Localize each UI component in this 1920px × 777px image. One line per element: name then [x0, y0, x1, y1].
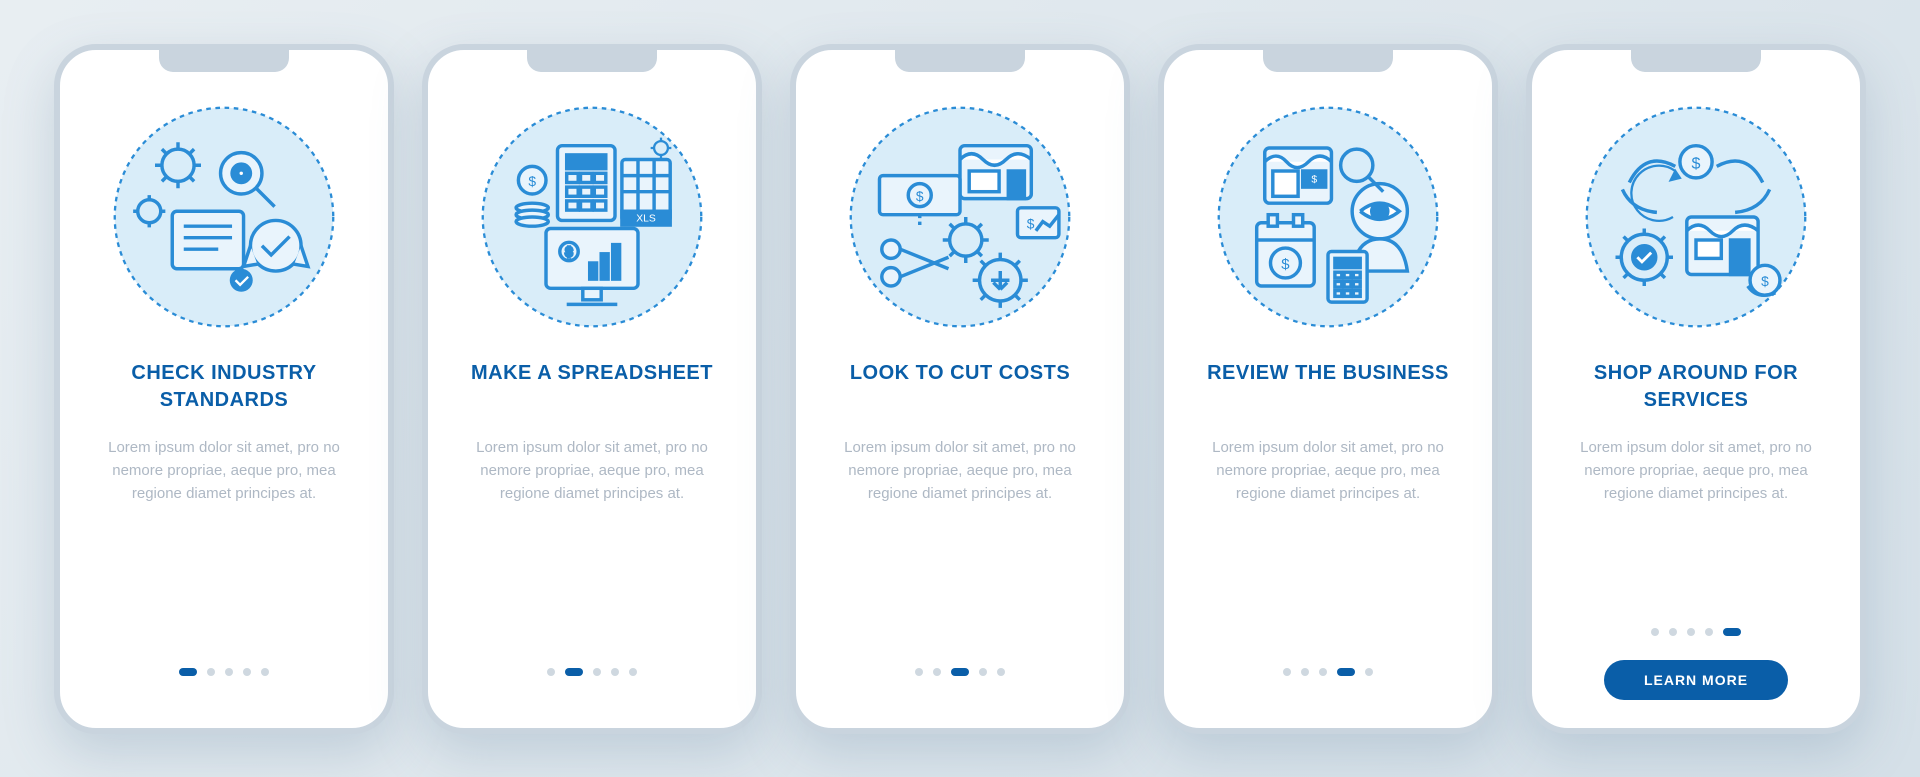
- dot-2[interactable]: [1301, 668, 1309, 676]
- phone-notch: [1631, 50, 1761, 72]
- svg-text:$: $: [1692, 154, 1701, 172]
- dot-5[interactable]: [1365, 668, 1373, 676]
- svg-text:$: $: [1311, 174, 1317, 185]
- dot-2[interactable]: [207, 668, 215, 676]
- slide-body: Lorem ipsum dolor sit amet, pro no nemor…: [1188, 436, 1468, 668]
- pagination-dots: [547, 668, 637, 676]
- dot-1[interactable]: [915, 668, 923, 676]
- slide-body: Lorem ipsum dolor sit amet, pro no nemor…: [452, 436, 732, 668]
- dot-4[interactable]: [1705, 628, 1713, 636]
- svg-text:$: $: [1027, 216, 1035, 231]
- cut-costs-icon: $ $: [845, 102, 1075, 332]
- dot-4[interactable]: [611, 668, 619, 676]
- onboarding-slide-2: $ XLS $: [422, 44, 762, 734]
- dot-1[interactable]: [1651, 628, 1659, 636]
- onboarding-slide-4: $ $: [1158, 44, 1498, 734]
- pagination-dots: [1651, 628, 1741, 636]
- slide-body: Lorem ipsum dolor sit amet, pro no nemor…: [820, 436, 1100, 668]
- pagination-dots: [179, 668, 269, 676]
- dot-3[interactable]: [225, 668, 233, 676]
- slide-title: LOOK TO CUT COSTS: [840, 360, 1080, 416]
- dot-5[interactable]: [629, 668, 637, 676]
- dot-2[interactable]: [565, 668, 583, 676]
- dot-3[interactable]: [593, 668, 601, 676]
- phone-notch: [527, 50, 657, 72]
- dot-5[interactable]: [997, 668, 1005, 676]
- dot-2[interactable]: [933, 668, 941, 676]
- svg-text:XLS: XLS: [636, 213, 656, 224]
- pagination-dots: [1283, 668, 1373, 676]
- dot-3[interactable]: [1687, 628, 1695, 636]
- dot-4[interactable]: [1337, 668, 1355, 676]
- dot-1[interactable]: [1283, 668, 1291, 676]
- dot-5[interactable]: [261, 668, 269, 676]
- phone-notch: [895, 50, 1025, 72]
- pagination-dots: [915, 668, 1005, 676]
- shop-icon: $ $: [1581, 102, 1811, 332]
- phone-notch: [1263, 50, 1393, 72]
- dot-3[interactable]: [1319, 668, 1327, 676]
- svg-text:$: $: [1281, 255, 1290, 272]
- slide-title: SHOP AROUND FOR SERVICES: [1556, 360, 1836, 416]
- phone-notch: [159, 50, 289, 72]
- dot-3[interactable]: [951, 668, 969, 676]
- spreadsheet-icon: $ XLS $: [477, 102, 707, 332]
- slide-title: MAKE A SPREADSHEET: [461, 360, 723, 416]
- slide-body: Lorem ipsum dolor sit amet, pro no nemor…: [84, 436, 364, 668]
- learn-more-button[interactable]: LEARN MORE: [1604, 660, 1788, 700]
- svg-text:$: $: [916, 188, 924, 203]
- phone-carousel: CHECK INDUSTRY STANDARDS Lorem ipsum dol…: [54, 44, 1866, 734]
- svg-text:$: $: [528, 173, 536, 188]
- slide-title: CHECK INDUSTRY STANDARDS: [84, 360, 364, 416]
- slide-body: Lorem ipsum dolor sit amet, pro no nemor…: [1556, 436, 1836, 628]
- dot-1[interactable]: [179, 668, 197, 676]
- dot-4[interactable]: [979, 668, 987, 676]
- standards-icon: [109, 102, 339, 332]
- svg-text:$: $: [1761, 274, 1769, 289]
- review-icon: $ $: [1213, 102, 1443, 332]
- slide-title: REVIEW THE BUSINESS: [1197, 360, 1459, 416]
- onboarding-slide-3: $ $ LOOK TO CUT COSTS: [790, 44, 1130, 734]
- dot-2[interactable]: [1669, 628, 1677, 636]
- onboarding-slide-5: $ $: [1526, 44, 1866, 734]
- onboarding-slide-1: CHECK INDUSTRY STANDARDS Lorem ipsum dol…: [54, 44, 394, 734]
- dot-4[interactable]: [243, 668, 251, 676]
- dot-5[interactable]: [1723, 628, 1741, 636]
- svg-text:$: $: [566, 247, 573, 259]
- dot-1[interactable]: [547, 668, 555, 676]
